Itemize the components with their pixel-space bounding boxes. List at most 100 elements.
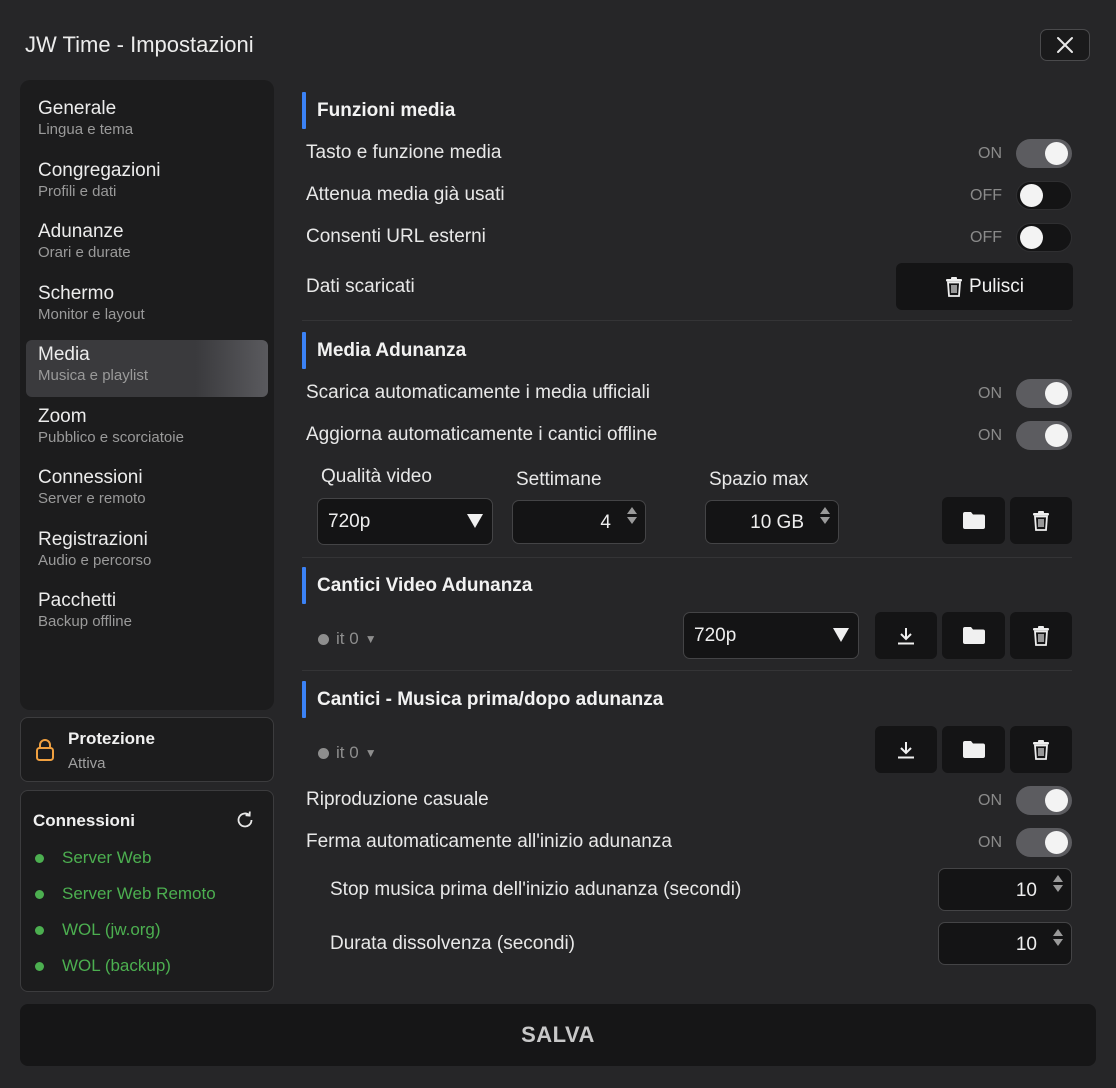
- clear-data-label: Pulisci: [969, 275, 1024, 297]
- toggle-knob: [1045, 789, 1068, 812]
- protection-panel[interactable]: Protezione Attiva: [20, 717, 274, 782]
- open-music-songs-folder-button[interactable]: [942, 726, 1005, 773]
- stepper-buttons[interactable]: [1053, 875, 1063, 892]
- nav-item-adunanze[interactable]: Adunanze Orari e durate: [26, 217, 268, 274]
- delete-music-songs-button[interactable]: [1010, 726, 1072, 773]
- language-status[interactable]: it 0 ▼: [318, 743, 377, 763]
- stop-before-stepper[interactable]: 10: [938, 868, 1072, 911]
- setting-label: Tasto e funzione media: [306, 142, 502, 163]
- chevron-up-icon[interactable]: [1053, 875, 1063, 882]
- toggle-shuffle[interactable]: [1016, 786, 1072, 815]
- weeks-label: Settimane: [516, 469, 602, 490]
- nav-item-pacchetti[interactable]: Pacchetti Backup offline: [26, 586, 268, 643]
- nav-item-congregazioni[interactable]: Congregazioni Profili e dati: [26, 156, 268, 213]
- setting-label: Dati scaricati: [306, 276, 415, 297]
- trash-icon: [1033, 625, 1049, 646]
- close-button[interactable]: [1040, 29, 1090, 61]
- toggle-state: OFF: [970, 187, 1002, 204]
- toggle-dim-used-media[interactable]: [1016, 181, 1072, 210]
- nav-item-subtitle: Musica e playlist: [38, 367, 149, 384]
- section-accent-bar: [302, 681, 306, 718]
- connection-item: WOL (backup): [35, 956, 171, 976]
- section-divider: [302, 557, 1072, 558]
- folder-icon: [962, 627, 985, 644]
- trash-icon: [1033, 739, 1049, 760]
- section-header-funzioni-media: Funzioni media: [302, 92, 455, 129]
- delete-media-button[interactable]: [1010, 497, 1072, 544]
- nav-item-registrazioni[interactable]: Registrazioni Audio e percorso: [26, 525, 268, 582]
- nav-item-subtitle: Lingua e tema: [38, 121, 134, 138]
- nav-item-media[interactable]: Media Musica e playlist: [26, 340, 268, 397]
- weeks-stepper[interactable]: 4: [512, 500, 646, 544]
- chevron-down-icon[interactable]: [1053, 885, 1063, 892]
- language-status[interactable]: it 0 ▼: [318, 629, 377, 649]
- setting-label: Riproduzione casuale: [306, 789, 489, 810]
- open-video-songs-folder-button[interactable]: [942, 612, 1005, 659]
- fade-duration-stepper[interactable]: 10: [938, 922, 1072, 965]
- clear-data-button[interactable]: Pulisci: [896, 263, 1073, 310]
- download-video-songs-button[interactable]: [875, 612, 937, 659]
- stepper-buttons[interactable]: [627, 507, 637, 524]
- section-divider: [302, 670, 1072, 671]
- chevron-down-icon: ▼: [364, 632, 377, 646]
- nav-item-title: Pacchetti: [38, 590, 117, 611]
- toggle-state: ON: [978, 385, 1002, 402]
- delete-video-songs-button[interactable]: [1010, 612, 1072, 659]
- status-dot: [318, 747, 329, 759]
- nav-item-title: Media: [38, 344, 90, 365]
- nav-item-zoom[interactable]: Zoom Pubblico e scorciatoie: [26, 402, 268, 459]
- toggle-knob: [1020, 226, 1043, 249]
- setting-label: Attenua media già usati: [306, 184, 505, 205]
- toggle-auto-download-media[interactable]: [1016, 379, 1072, 408]
- toggle-knob: [1020, 184, 1043, 207]
- toggle-external-urls[interactable]: [1016, 223, 1072, 252]
- nav-item-schermo[interactable]: Schermo Monitor e layout: [26, 279, 268, 336]
- max-space-stepper[interactable]: 10 GB: [705, 500, 839, 544]
- toggle-auto-update-songs[interactable]: [1016, 421, 1072, 450]
- setting-label: Ferma automaticamente all'inizio adunanz…: [306, 831, 672, 852]
- setting-label: Stop musica prima dell'inizio adunanza (…: [330, 879, 742, 900]
- nav-item-title: Adunanze: [38, 221, 124, 242]
- toggle-knob: [1045, 382, 1068, 405]
- nav-item-generale[interactable]: Generale Lingua e tema: [26, 94, 268, 151]
- chevron-up-icon[interactable]: [1053, 929, 1063, 936]
- trash-icon: [946, 276, 963, 297]
- window-title: JW Time - Impostazioni: [25, 32, 254, 57]
- video-songs-quality-select[interactable]: 720p: [683, 612, 859, 659]
- section-title: Media Adunanza: [317, 339, 467, 361]
- language-label: it 0: [336, 743, 359, 762]
- close-icon: [1057, 37, 1073, 53]
- chevron-down-icon[interactable]: [1053, 939, 1063, 946]
- nav-item-connessioni[interactable]: Connessioni Server e remoto: [26, 463, 268, 520]
- connection-item: Server Web Remoto: [35, 884, 216, 904]
- section-title: Funzioni media: [317, 99, 456, 121]
- lock-icon: [36, 739, 54, 761]
- open-folder-button[interactable]: [942, 497, 1005, 544]
- refresh-icon[interactable]: [234, 809, 256, 831]
- connection-label: Server Web Remoto: [62, 884, 216, 903]
- chevron-up-icon[interactable]: [820, 507, 830, 514]
- save-button[interactable]: SALVA: [20, 1004, 1096, 1066]
- download-music-songs-button[interactable]: [875, 726, 937, 773]
- setting-label: Aggiorna automaticamente i cantici offli…: [306, 424, 658, 445]
- setting-label: Scarica automaticamente i media ufficial…: [306, 382, 650, 403]
- toggle-media-key[interactable]: [1016, 139, 1072, 168]
- section-title: Cantici Video Adunanza: [317, 574, 533, 596]
- setting-label: Consenti URL esterni: [306, 226, 486, 247]
- toggle-auto-stop[interactable]: [1016, 828, 1072, 857]
- toggle-state: ON: [978, 792, 1002, 809]
- chevron-down-icon[interactable]: [820, 517, 830, 524]
- toggle-knob: [1045, 831, 1068, 854]
- stepper-buttons[interactable]: [820, 507, 830, 524]
- download-icon: [898, 741, 914, 758]
- connection-label: Server Web: [62, 848, 152, 867]
- toggle-state: ON: [978, 427, 1002, 444]
- section-header-cantici-musica: Cantici - Musica prima/dopo adunanza: [302, 681, 663, 718]
- video-quality-select[interactable]: 720p: [317, 498, 493, 545]
- stepper-buttons[interactable]: [1053, 929, 1063, 946]
- chevron-down-icon[interactable]: [627, 517, 637, 524]
- stepper-value: 10: [1015, 934, 1037, 955]
- chevron-up-icon[interactable]: [627, 507, 637, 514]
- language-label: it 0: [336, 629, 359, 648]
- select-value: 720p: [328, 511, 371, 532]
